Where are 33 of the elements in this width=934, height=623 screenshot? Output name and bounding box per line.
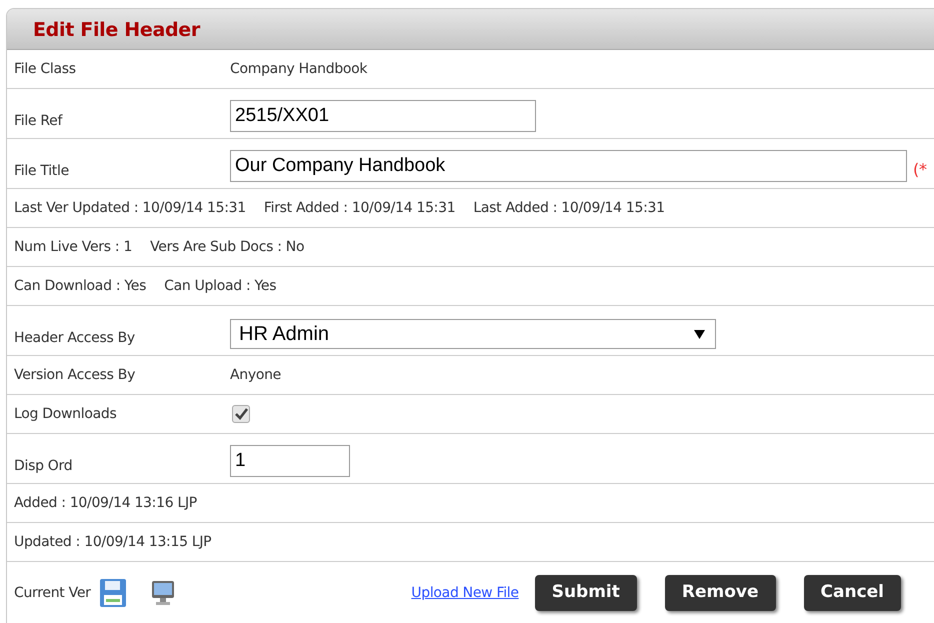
info-text: Last Added : 10/09/14 15:31 <box>473 198 665 218</box>
field-value: Company Handbook <box>230 60 368 78</box>
field-label: Version Access By <box>14 366 136 384</box>
info-text: Last Ver Updated : 10/09/14 15:31 <box>14 198 246 218</box>
field-label: Log Downloads <box>14 404 118 424</box>
field-label: Header Access By <box>14 329 136 348</box>
info-text: Can Upload : Yes <box>164 276 276 296</box>
info-text: Num Live Vers : 1 <box>14 238 132 256</box>
save-icon[interactable] <box>98 578 127 608</box>
input-field[interactable]: Our Company Handbook <box>230 150 907 182</box>
action-button[interactable]: Remove <box>664 575 776 611</box>
required-mark: (* <box>913 159 927 181</box>
field-label: File Title <box>14 162 70 181</box>
action-button[interactable]: Cancel <box>804 575 901 611</box>
panel-title: Edit File Header <box>33 19 200 41</box>
field-label: File Ref <box>14 112 64 131</box>
input-field[interactable]: 1 <box>230 445 350 477</box>
field-value: Anyone <box>230 366 281 384</box>
caret-icon <box>694 330 705 338</box>
dropdown[interactable]: HR Admin <box>230 319 716 349</box>
info-text: Can Download : Yes <box>14 276 146 296</box>
upload-link[interactable]: Upload New File <box>411 582 519 604</box>
footer-label: Current Ver <box>14 584 91 602</box>
field-label: Disp Ord <box>14 457 74 476</box>
field-label: File Class <box>14 60 77 78</box>
monitor-icon[interactable] <box>150 580 175 606</box>
info-text: First Added : 10/09/14 15:31 <box>264 198 456 218</box>
info-text: Updated : 10/09/14 13:15 LJP <box>14 532 212 552</box>
info-text: Vers Are Sub Docs : No <box>150 238 304 256</box>
input-field[interactable]: 2515/XX01 <box>230 100 536 132</box>
action-button[interactable]: Submit <box>534 575 637 611</box>
info-text: Added : 10/09/14 13:16 LJP <box>14 494 197 512</box>
checkbox[interactable] <box>232 405 250 423</box>
